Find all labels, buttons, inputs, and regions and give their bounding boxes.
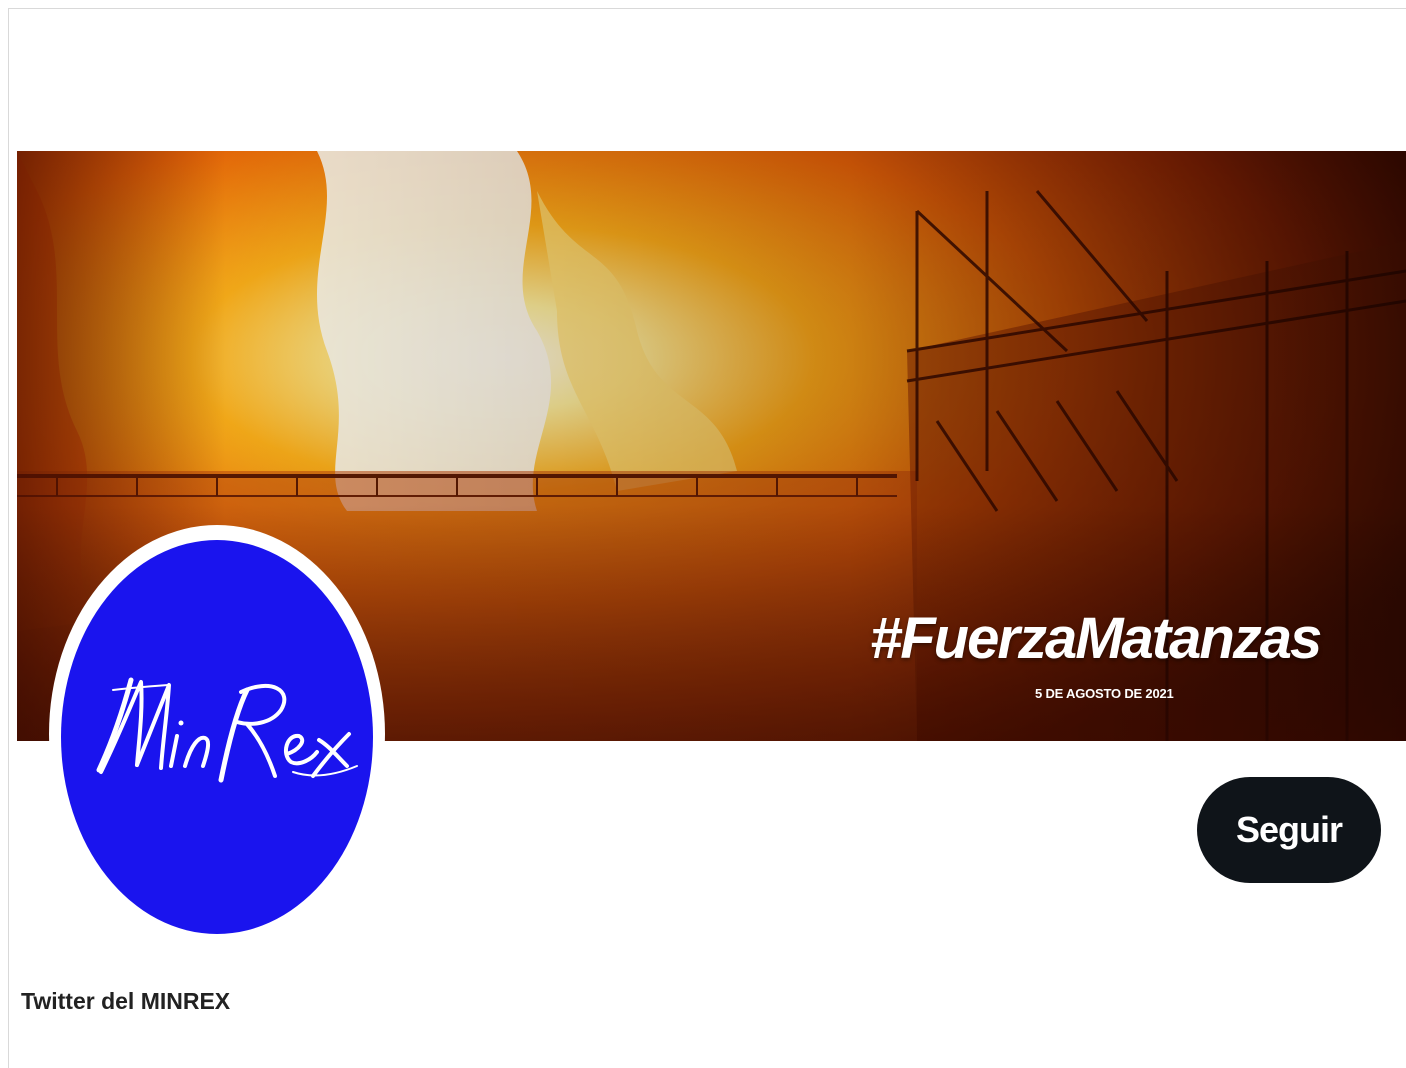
avatar[interactable] (61, 540, 373, 934)
banner-date: 5 DE AGOSTO DE 2021 (1035, 686, 1174, 701)
follow-button[interactable]: Seguir (1197, 777, 1381, 883)
page-caption: Twitter del MINREX (21, 988, 231, 1014)
banner-hashtag: #FuerzaMatanzas (870, 606, 1322, 671)
minrex-logo-icon (96, 677, 358, 783)
